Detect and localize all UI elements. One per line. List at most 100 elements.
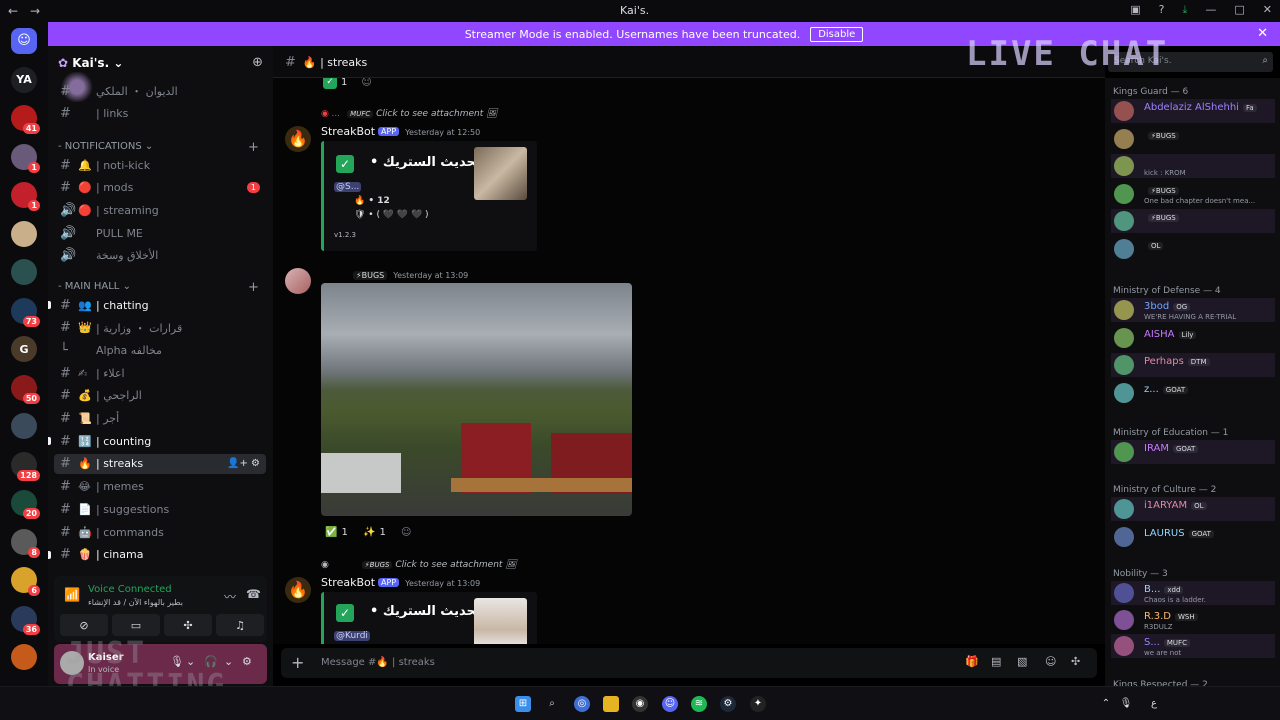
channel-item[interactable]: # | links	[54, 104, 266, 124]
channel-item[interactable]: # 👑 | قرارات ・ وزارية	[54, 318, 266, 338]
embed-thumbnail[interactable]	[474, 147, 527, 200]
steam-icon[interactable]: ⚙	[720, 696, 736, 712]
minimize-icon[interactable]: —	[1205, 3, 1216, 17]
channel-item[interactable]: # ✍ | اعلاء	[54, 363, 266, 383]
obs-icon[interactable]: ◉	[632, 696, 648, 712]
apps-icon[interactable]: ✣	[1071, 655, 1080, 668]
message-author[interactable]: StreakBot APP Yesterday at 12:50	[321, 125, 480, 138]
server-icon[interactable]	[11, 220, 37, 247]
member-row[interactable]: B... xdd Chaos is a ladder.	[1111, 581, 1275, 605]
member-row[interactable]: IRAM GOAT	[1111, 440, 1275, 464]
member-row[interactable]: ⚡BUGS	[1111, 209, 1275, 233]
add-reaction-icon[interactable]: ☺	[401, 523, 411, 541]
member-row[interactable]: Perhaps DTM	[1111, 353, 1275, 377]
message-author[interactable]: ⚡BUGS Yesterday at 13:09	[349, 268, 468, 281]
channel-item[interactable]: # 💰 | الراجحي	[54, 386, 266, 406]
channel-item[interactable]: # 🤖 | commands	[54, 522, 266, 542]
gif-icon[interactable]: ▤	[991, 655, 1001, 668]
server-icon[interactable]: 41	[11, 105, 40, 134]
server-icon[interactable]	[11, 413, 37, 439]
mic-tray-icon[interactable]: 🎙	[1118, 696, 1134, 712]
channel-item[interactable]: 🔊 🔴 | streaming	[54, 200, 266, 220]
channel-item[interactable]: # 🔔 | noti-kick	[54, 155, 266, 175]
add-channel-icon[interactable]: +	[248, 280, 259, 295]
category-main-hall[interactable]: - MAIN HALL ⌄ +	[58, 280, 259, 295]
message-input[interactable]: Message #🔥 | streaks	[321, 657, 435, 668]
channel-item[interactable]: 🔊 PULL ME	[54, 223, 266, 243]
back-arrow-icon[interactable]: ←	[8, 4, 22, 18]
server-icon[interactable]: 73	[11, 297, 40, 327]
member-row[interactable]: OL	[1111, 237, 1275, 261]
avatar[interactable]	[285, 268, 311, 294]
noise-suppression-icon[interactable]: 〰	[224, 588, 236, 605]
member-row[interactable]: ⚡BUGS	[1111, 127, 1275, 151]
file-explorer-icon[interactable]	[603, 696, 619, 712]
discord-icon[interactable]: ☺	[662, 696, 678, 712]
disable-streamer-button[interactable]: Disable	[810, 26, 864, 42]
maximize-icon[interactable]: □	[1234, 3, 1244, 17]
user-mention[interactable]: @S...	[334, 182, 362, 192]
server-icon[interactable]: 1	[11, 182, 40, 211]
help-icon[interactable]: ?	[1159, 3, 1165, 17]
avatar[interactable]: 🔥	[285, 577, 311, 603]
voice-channel-name[interactable]: بطير بالهواء الآن / قد الإنشاء	[88, 598, 183, 607]
emoji-icon[interactable]: ☺	[1045, 655, 1056, 668]
server-icon[interactable]: 6	[11, 567, 40, 596]
download-icon[interactable]: ⤓	[1183, 3, 1188, 17]
add-member-icon[interactable]: ⊕	[252, 55, 263, 70]
reaction-pill[interactable]: ✨ 1	[363, 523, 386, 541]
member-row[interactable]: S... MUFC we are not	[1111, 634, 1275, 658]
member-row[interactable]: i1ARYAM OL	[1111, 497, 1275, 521]
member-row[interactable]: ⚡BUGS One bad chapter doesn't mea...	[1111, 182, 1275, 206]
add-attachment-icon[interactable]: +	[291, 653, 304, 672]
settings-gear-icon[interactable]: ⚙	[242, 655, 252, 668]
server-name[interactable]: ✿ Kai's. ⌄	[58, 56, 123, 70]
channel-item[interactable]: # 📄 | suggestions	[54, 499, 266, 519]
server-icon[interactable]: G	[11, 336, 37, 362]
landscape-photo-attachment[interactable]	[321, 283, 632, 516]
server-icon[interactable]: YA	[11, 66, 37, 93]
activities-button[interactable]: ✣	[164, 614, 212, 636]
disconnect-icon[interactable]: ☎	[246, 587, 261, 601]
server-icon[interactable]: 50	[11, 374, 40, 404]
channel-item[interactable]: # 😂 | memes	[54, 477, 266, 497]
user-mention[interactable]: @Kurdi	[334, 631, 370, 641]
language-icon[interactable]: ع	[1146, 696, 1162, 712]
spotify-icon[interactable]: ≋	[691, 696, 707, 712]
signal-icon[interactable]: 📶	[64, 588, 80, 603]
member-row[interactable]: AISHA Lily	[1111, 326, 1275, 350]
channel-item[interactable]: # 🔥 | streaks 👤+ ⚙	[54, 453, 266, 474]
category-notifications[interactable]: - NOTIFICATIONS ⌄ +	[58, 140, 259, 155]
member-row[interactable]: 3bod OG WE'RE HAVING A RE-TRIAL	[1111, 298, 1275, 322]
avatar[interactable]: 🔥	[285, 126, 311, 152]
member-row[interactable]: kick : KROM	[1111, 154, 1275, 178]
windows-start-icon[interactable]: ⊞	[515, 696, 531, 712]
channel-item[interactable]: 🔊 الأخلاق وسخة	[54, 246, 266, 266]
search-icon[interactable]: ⌕	[544, 696, 560, 712]
reaction-check[interactable]: ✓ 1 ☺	[323, 78, 372, 91]
close-banner-icon[interactable]: ✕	[1257, 26, 1268, 41]
gift-icon[interactable]: 🎁	[965, 655, 979, 668]
channel-item[interactable]: # الديوان ・ الملكي	[54, 81, 266, 101]
reply-preview[interactable]: ◉ ⚡BUGS Click to see attachment 🖼	[321, 560, 517, 570]
server-icon[interactable]: 128	[11, 451, 40, 481]
soundboard-button[interactable]: ♫	[216, 614, 264, 636]
system-tray-chevron-icon[interactable]: ⌃	[1098, 696, 1114, 712]
member-row[interactable]: LAURUS GOAT	[1111, 525, 1275, 549]
server-icon[interactable]	[11, 644, 37, 670]
channel-item[interactable]: # 🍿 | cinama	[48, 545, 266, 565]
channel-item[interactable]: # 🔴 | mods 1	[54, 178, 266, 198]
app-icon[interactable]: ✦	[750, 696, 766, 712]
browser-icon[interactable]: ◎	[574, 696, 590, 712]
member-row[interactable]: z... GOAT	[1111, 381, 1275, 405]
channel-settings-icon[interactable]: 👤+ ⚙	[227, 458, 260, 469]
reaction-pill[interactable]: ✅ 1	[325, 523, 348, 541]
server-icon[interactable]: 20	[11, 490, 40, 519]
screen-share-button[interactable]: ▭	[112, 614, 160, 636]
forward-arrow-icon[interactable]: →	[30, 4, 44, 18]
member-row[interactable]: Abdelaziz AlShehhi Fa	[1111, 99, 1275, 123]
server-icon[interactable]: 1	[11, 143, 40, 173]
add-channel-icon[interactable]: +	[248, 140, 259, 155]
server-icon[interactable]	[11, 259, 37, 285]
channel-item[interactable]: └ Alpha مخالفه	[54, 340, 266, 360]
